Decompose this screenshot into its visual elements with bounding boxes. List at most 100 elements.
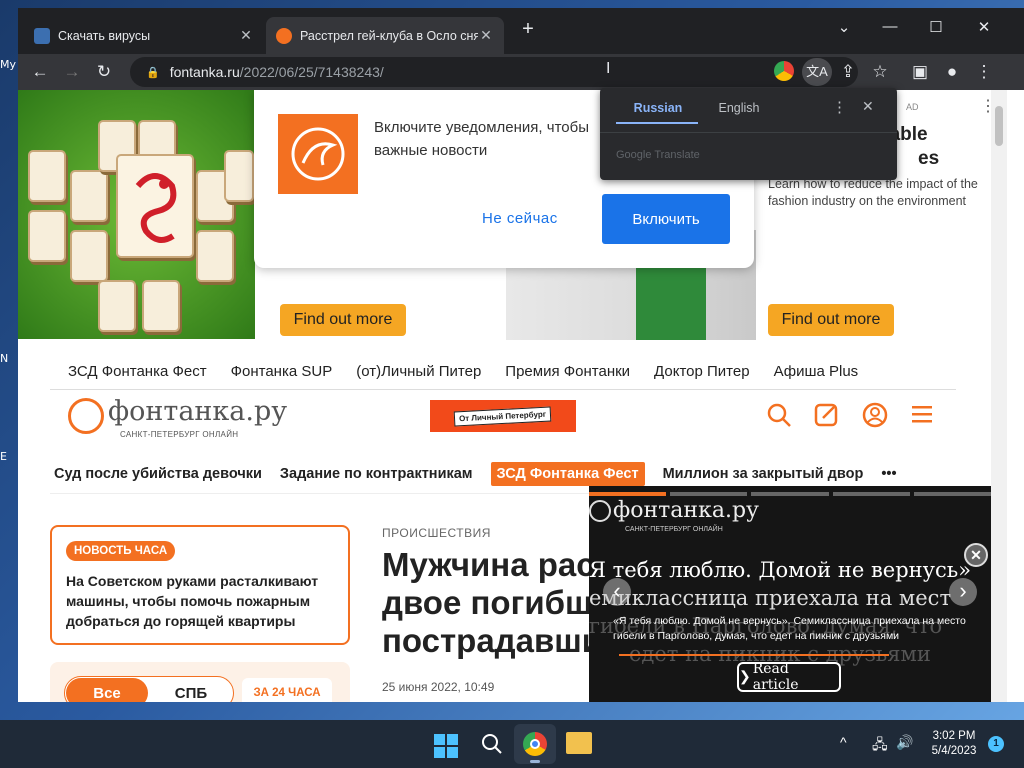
mahjong-tile <box>98 280 136 332</box>
reload-icon[interactable]: ↻ <box>92 60 116 84</box>
desktop-icon-label[interactable]: N <box>0 352 8 365</box>
desktop-icon-label[interactable]: My <box>0 58 16 71</box>
news-of-hour-card[interactable]: НОВОСТЬ ЧАСА На Советском руками расталк… <box>50 525 350 645</box>
tab-inactive[interactable]: Скачать вирусы ✕ <box>24 17 264 54</box>
address-domain: fontanka.ru <box>169 64 240 80</box>
video-caption: «Я тебя люблю. Домой не вернусь». Семикл… <box>613 615 966 642</box>
show-hidden-icons-icon[interactable]: ^ <box>840 734 847 750</box>
mahjong-tile <box>224 150 254 202</box>
address-bar[interactable]: 🔒 fontanka.ru/2022/06/25/71438243/ <box>130 57 858 87</box>
mahjong-tile <box>28 210 66 262</box>
headline-line: двое погибши <box>382 584 613 621</box>
lock-icon: 🔒 <box>146 66 160 79</box>
mahjong-ad-image[interactable] <box>18 90 255 339</box>
desktop-icon-label[interactable]: E <box>0 450 7 463</box>
menu-kebab-icon[interactable]: ⋮ <box>972 60 996 84</box>
profile-icon[interactable]: ● <box>940 60 964 84</box>
video-big-text: Я тебя люблю. Домой не вернусь» емикласс… <box>589 556 991 668</box>
tab-active[interactable]: Расстрел гей-клуба в Осло снял ✕ <box>266 17 504 54</box>
close-video-button[interactable]: ✕ <box>964 543 988 567</box>
site-favicon-icon <box>34 27 50 44</box>
video-logo-icon <box>589 500 611 522</box>
video-next-button[interactable]: › <box>949 578 977 606</box>
hamburger-menu-icon[interactable] <box>912 404 934 429</box>
close-tab-icon[interactable]: ✕ <box>478 27 494 44</box>
bookmark-star-icon[interactable]: ☆ <box>868 60 892 84</box>
translate-close-icon[interactable]: ✕ <box>862 98 874 115</box>
fontanka-favicon-icon <box>276 27 292 44</box>
maximize-button[interactable]: ☐ <box>916 18 956 36</box>
category-link[interactable]: Задание по контрактникам <box>280 466 473 482</box>
minimize-button[interactable]: — <box>870 18 910 35</box>
ad-body: Learn how to reduce the impact of the fa… <box>768 177 978 208</box>
video-big-line: Я тебя люблю. Домой не вернусь» <box>589 558 972 582</box>
mahjong-tile <box>142 280 180 332</box>
side-panel-icon[interactable]: ▣ <box>908 60 932 84</box>
site-header: фонтанка.ру САНКТ-ПЕТЕРБУРГ ОНЛАЙН От Ли… <box>50 390 956 454</box>
notification-text: Включите уведомления, чтобы важные новос… <box>374 119 589 159</box>
translate-tab-english[interactable]: English <box>704 101 774 115</box>
translate-popup: Russian English ⋮ ✕ Google Translate <box>600 88 897 180</box>
category-link[interactable]: Миллион за закрытый двор <box>663 466 864 482</box>
volume-icon[interactable]: 🔊 <box>896 734 913 751</box>
file-explorer-icon[interactable] <box>566 732 592 754</box>
web-page: Find out more AD ⋮ nable es Learn how to… <box>18 90 991 702</box>
top-nav-link[interactable]: Фонтанка SUP <box>231 363 333 380</box>
video-logo-subtitle: САНКТ-ПЕТЕРБУРГ ОНЛАЙН <box>625 526 723 533</box>
article-category[interactable]: ПРОИСШЕСТВИЯ <box>382 526 491 540</box>
more-categories-button[interactable]: ••• <box>881 466 896 482</box>
not-now-button[interactable]: Не сейчас <box>482 210 558 227</box>
forward-icon[interactable]: → <box>60 60 84 84</box>
read-article-button[interactable]: ❯ Read article <box>737 661 841 693</box>
ad-title-2: es <box>918 148 940 169</box>
fontanka-logo-icon[interactable] <box>68 398 104 434</box>
network-icon[interactable]: 🖧 <box>872 734 888 758</box>
divider <box>600 132 897 133</box>
translate-tab-russian[interactable]: Russian <box>618 101 698 115</box>
clock-time: 3:02 PM <box>932 730 976 742</box>
translate-options-icon[interactable]: ⋮ <box>832 98 847 116</box>
filter-24h-button[interactable]: ЗА 24 ЧАСА <box>242 678 332 702</box>
clock[interactable]: 3:02 PM 5/4/2023 <box>926 729 982 759</box>
filter-all-button[interactable]: Все <box>66 678 148 702</box>
top-nav-link[interactable]: Премия Фонтанки <box>505 363 630 380</box>
site-logo-text[interactable]: фонтанка.ру <box>108 396 287 427</box>
close-window-button[interactable]: ✕ <box>964 18 1004 36</box>
user-icon[interactable] <box>862 402 888 433</box>
new-tab-button[interactable]: + <box>508 18 548 41</box>
page-scrollbar[interactable] <box>991 90 1007 702</box>
google-translate-label: Google Translate <box>616 149 700 161</box>
top-nav-link[interactable]: Доктор Питер <box>654 363 750 380</box>
scrollbar-thumb[interactable] <box>995 106 1003 146</box>
ad-options-icon[interactable]: ⋮ <box>980 96 991 116</box>
top-nav-link[interactable]: Афиша Plus <box>774 363 859 380</box>
top-nav-link[interactable]: (от)Личный Питер <box>356 363 481 380</box>
find-out-more-button[interactable]: Find out more <box>768 304 894 336</box>
back-icon[interactable]: ← <box>28 60 52 84</box>
edit-icon[interactable] <box>814 402 840 433</box>
translate-tab-indicator <box>616 122 698 124</box>
enable-notifications-button[interactable]: Включить <box>602 194 730 244</box>
tab-search-icon[interactable]: ⌄ <box>824 18 864 36</box>
notification-badge[interactable]: 1 <box>988 736 1004 752</box>
video-player[interactable]: фонтанка.ру САНКТ-ПЕТЕРБУРГ ОНЛАЙН Я теб… <box>589 486 991 702</box>
top-nav-link[interactable]: ЗСД Фонтанка Фест <box>68 363 207 380</box>
category-link-highlighted[interactable]: ЗСД Фонтанка Фест <box>490 461 645 486</box>
header-banner[interactable]: От Личный Петербург <box>430 400 576 432</box>
search-icon[interactable] <box>480 732 504 762</box>
start-windows-icon[interactable] <box>434 734 458 758</box>
google-icon[interactable] <box>774 61 794 81</box>
ad-tag: AD <box>906 102 919 112</box>
search-icon[interactable] <box>766 402 792 434</box>
video-logo-text: фонтанка.ру <box>613 498 759 523</box>
category-link[interactable]: Суд после убийства девочки <box>54 466 262 482</box>
headline-line: Мужчина рас <box>382 546 595 583</box>
video-prev-button[interactable]: ‹ <box>603 578 631 606</box>
close-tab-icon[interactable]: ✕ <box>238 27 254 44</box>
find-out-more-button[interactable]: Find out more <box>280 304 406 336</box>
news-hour-text[interactable]: На Советском руками расталкивают машины,… <box>66 571 334 631</box>
chrome-taskbar-button[interactable] <box>514 724 556 764</box>
filter-spb-button[interactable]: СПБ <box>150 678 232 702</box>
translate-icon[interactable]: 文A <box>802 58 832 86</box>
share-icon[interactable]: ⇪ <box>836 60 860 84</box>
